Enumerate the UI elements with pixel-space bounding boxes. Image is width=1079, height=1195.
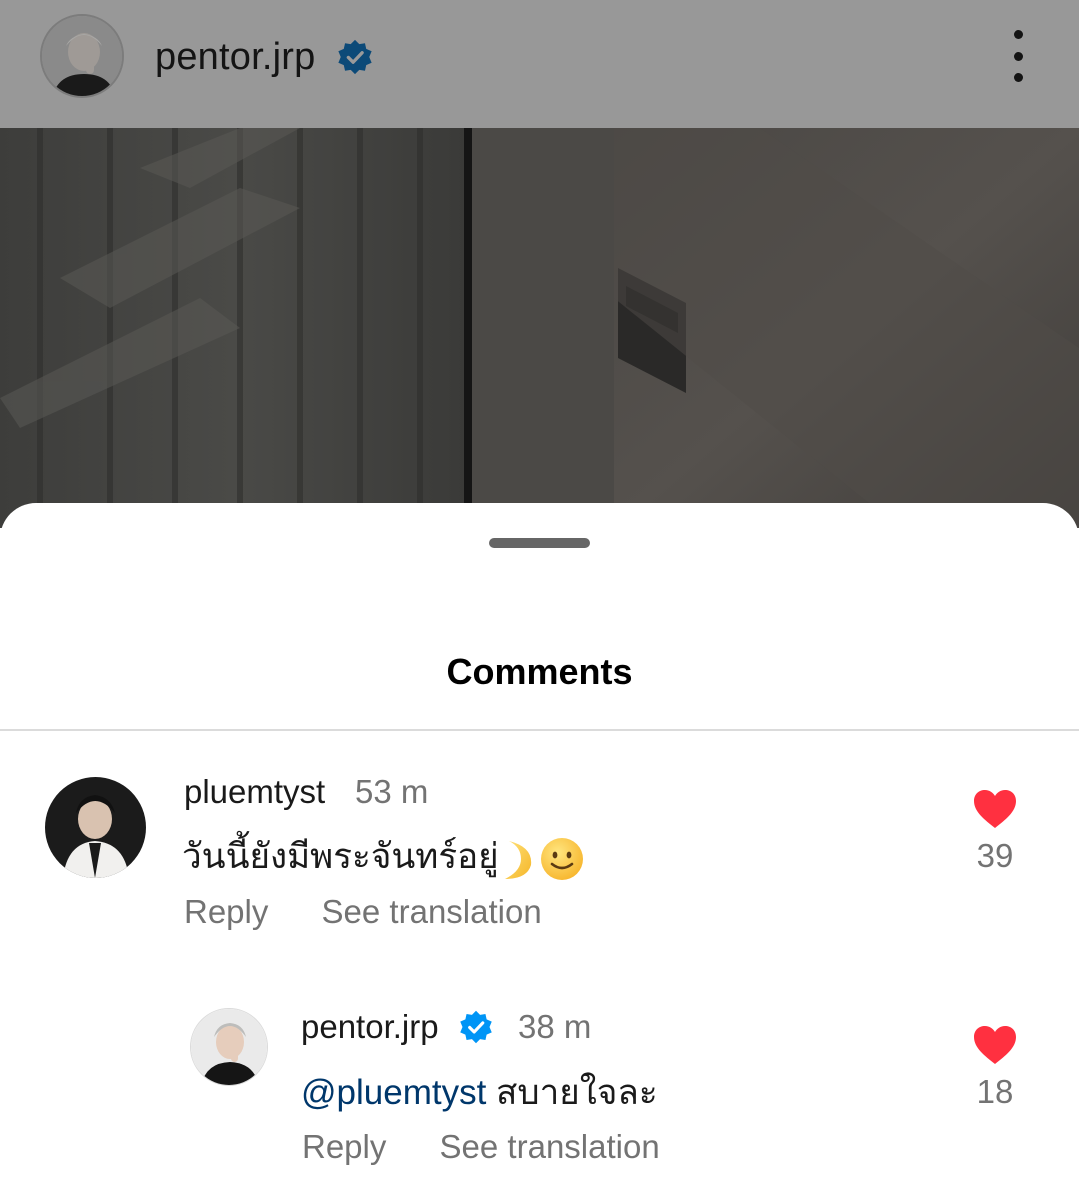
comments-sheet: Comments pluemtyst 53 m วันนี้ยังมีพระจั… xyxy=(0,503,1079,1195)
author-avatar[interactable] xyxy=(40,14,124,98)
comment-actions: Reply See translation xyxy=(184,893,542,931)
heart-filled-icon[interactable] xyxy=(973,1025,1017,1065)
comment-timestamp: 53 m xyxy=(355,773,429,810)
comment-text: วันนี้ยังมีพระจันทร์อยู่ xyxy=(182,829,585,884)
verified-badge-icon xyxy=(338,39,372,75)
comment-body: วันนี้ยังมีพระจันทร์อยู่ xyxy=(182,837,499,876)
more-vertical-icon[interactable] xyxy=(1000,30,1036,82)
sheet-title: Comments xyxy=(446,651,633,692)
verified-badge-icon xyxy=(460,1010,492,1044)
like-count: 39 xyxy=(976,837,1014,874)
commenter-username[interactable]: pluemtyst xyxy=(184,773,325,811)
like-count: 18 xyxy=(976,1073,1014,1110)
post-photo xyxy=(0,128,1079,528)
like-control: 18 xyxy=(960,1025,1030,1111)
see-translation-button[interactable]: See translation xyxy=(440,1128,660,1166)
crescent-moon-icon xyxy=(504,840,531,879)
like-control: 39 xyxy=(960,789,1030,875)
commenter-avatar[interactable] xyxy=(45,777,146,878)
comment-text: @pluemtyst สบายใจละ xyxy=(301,1065,658,1120)
commenter-username[interactable]: pentor.jrp xyxy=(301,1008,439,1046)
mention-link[interactable]: @pluemtyst xyxy=(301,1073,486,1112)
slightly-smiling-face-icon xyxy=(540,837,583,880)
heart-filled-icon[interactable] xyxy=(973,789,1017,829)
post-header: pentor.jrp xyxy=(0,0,1079,128)
see-translation-button[interactable]: See translation xyxy=(322,893,542,931)
commenter-avatar[interactable] xyxy=(190,1008,268,1086)
divider xyxy=(0,729,1079,731)
author-username[interactable]: pentor.jrp xyxy=(155,36,315,79)
comment-actions: Reply See translation xyxy=(302,1128,660,1166)
reply-button[interactable]: Reply xyxy=(184,893,268,931)
comment-timestamp: 38 m xyxy=(518,1008,592,1045)
sheet-drag-handle[interactable] xyxy=(489,538,590,548)
reply-button[interactable]: Reply xyxy=(302,1128,386,1166)
comment-body: สบายใจละ xyxy=(496,1073,658,1112)
